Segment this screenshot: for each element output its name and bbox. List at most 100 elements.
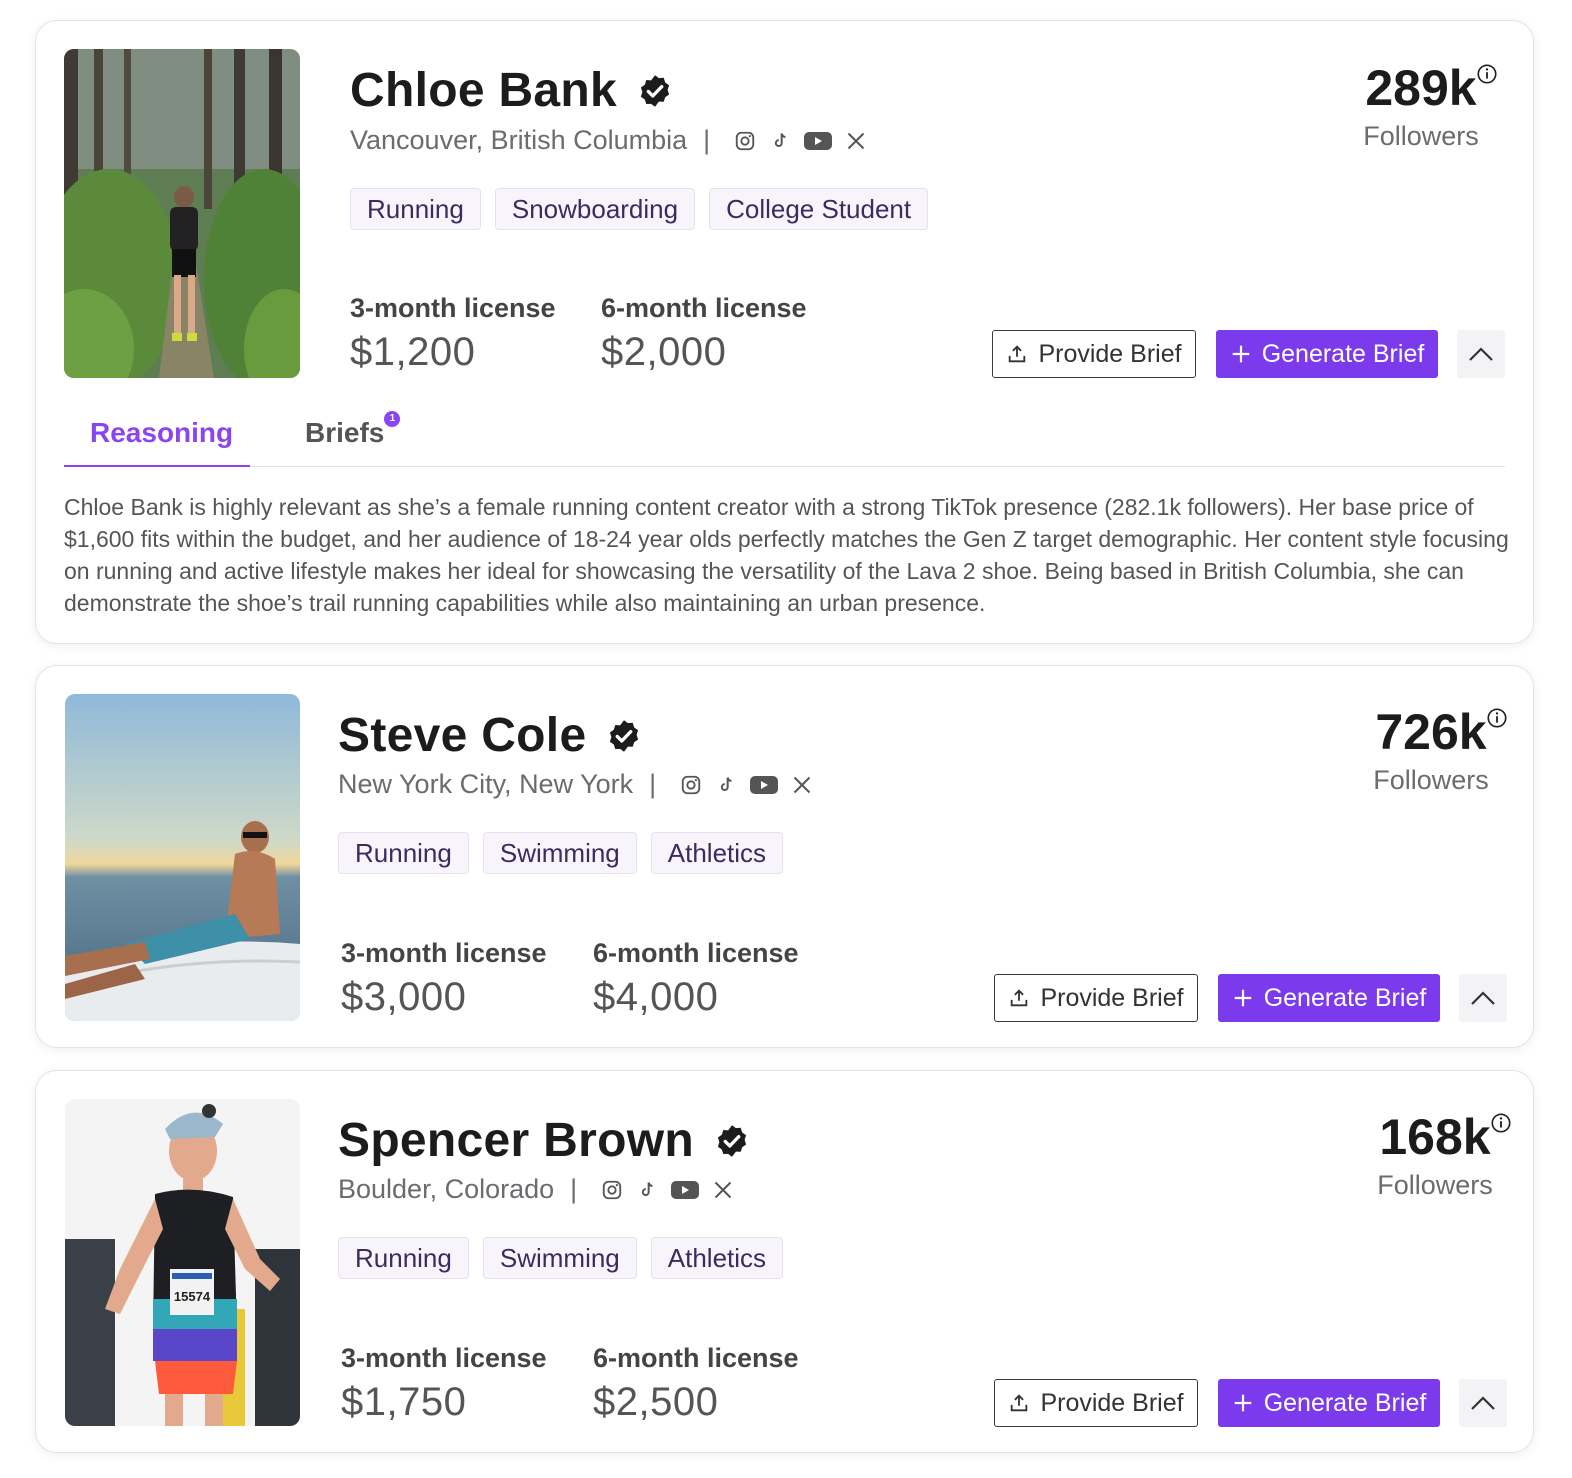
youtube-icon[interactable]: [671, 1179, 700, 1201]
creator-location: Vancouver, British Columbia: [350, 125, 688, 155]
reasoning-text: Chloe Bank is highly relevant as she’s a…: [64, 494, 1509, 616]
instagram-icon[interactable]: [680, 774, 702, 796]
license-price: $2,500: [593, 1380, 719, 1424]
info-icon[interactable]: [1486, 707, 1508, 729]
generate-brief-button[interactable]: Generate Brief: [1218, 974, 1440, 1022]
license-3-month: 3-month license $3,000: [341, 938, 547, 1020]
followers-label: Followers: [1373, 765, 1489, 795]
chevron-up-icon: [1469, 347, 1493, 361]
followers-label: Followers: [1363, 121, 1479, 151]
license-price: $1,200: [350, 330, 476, 374]
followers-count: 726k: [1375, 704, 1487, 760]
tiktok-icon[interactable]: [716, 774, 736, 796]
generate-brief-button[interactable]: Generate Brief: [1216, 330, 1438, 378]
provide-brief-label: Provide Brief: [1040, 983, 1184, 1012]
instagram-icon[interactable]: [734, 130, 756, 152]
tag: Athletics: [650, 832, 784, 874]
provide-brief-button[interactable]: Provide Brief: [994, 974, 1198, 1022]
license-3-month: 3-month license $1,750: [341, 1343, 547, 1425]
briefs-count-badge: 1: [384, 411, 401, 427]
upload-icon: [1011, 1394, 1028, 1412]
creator-photo: 15574: [65, 1099, 300, 1426]
verified-badge-icon: [717, 1124, 747, 1157]
tab-briefs[interactable]: Briefs 1: [305, 411, 401, 449]
license-6-month: 6-month license $2,000: [601, 293, 807, 375]
plus-icon: [1234, 989, 1251, 1007]
license-6-month: 6-month license $2,500: [593, 1343, 799, 1425]
plus-icon: [1232, 345, 1249, 363]
verified-badge-icon: [640, 74, 670, 107]
license-label: 6-month license: [601, 293, 807, 323]
divider: |: [649, 769, 657, 799]
followers-label: Followers: [1377, 1170, 1493, 1200]
collapse-button[interactable]: [1459, 1379, 1507, 1427]
card-tabs: Reasoning Briefs 1: [64, 411, 1505, 467]
upload-icon: [1011, 989, 1028, 1007]
provide-brief-button[interactable]: Provide Brief: [994, 1379, 1198, 1427]
followers-count: 168k: [1379, 1109, 1491, 1165]
followers-count: 289k: [1365, 60, 1477, 116]
creator-name: Steve Cole: [338, 709, 587, 762]
followers-stat: 168k Followers: [1370, 1108, 1511, 1201]
license-label: 3-month license: [350, 293, 556, 323]
license-price: $1,750: [341, 1380, 467, 1424]
collapse-button[interactable]: [1457, 330, 1505, 378]
license-price: $3,000: [341, 975, 467, 1019]
tag: Athletics: [650, 1237, 784, 1279]
chevron-up-icon: [1471, 991, 1495, 1005]
tiktok-icon[interactable]: [637, 1179, 657, 1201]
license-label: 3-month license: [341, 938, 547, 968]
followers-stat: 289k Followers: [1356, 59, 1497, 152]
provide-brief-button[interactable]: Provide Brief: [992, 330, 1196, 378]
x-icon[interactable]: [792, 775, 812, 795]
generate-brief-label: Generate Brief: [1263, 983, 1427, 1012]
plus-icon: [1234, 1394, 1251, 1412]
verified-badge-icon: [610, 719, 639, 752]
provide-brief-label: Provide Brief: [1040, 1388, 1184, 1417]
tag: Running: [338, 832, 469, 874]
instagram-icon[interactable]: [601, 1179, 623, 1201]
tag: Swimming: [482, 832, 637, 874]
creator-name: Spencer Brown: [338, 1114, 694, 1167]
creator-location: Boulder, Colorado: [338, 1174, 555, 1204]
x-icon[interactable]: [846, 131, 866, 151]
license-3-month: 3-month license $1,200: [350, 293, 556, 375]
generate-brief-label: Generate Brief: [1261, 339, 1425, 368]
creator-photo: [65, 694, 300, 1021]
creator-card-chloe-bank: Chloe Bank Vancouver, British Columbia |…: [35, 20, 1534, 644]
tab-reasoning[interactable]: Reasoning: [90, 417, 233, 449]
creator-card-steve-cole: Steve Cole New York City, New York | Run…: [35, 665, 1534, 1048]
race-bib-number: 15574: [174, 1289, 211, 1304]
chevron-up-icon: [1471, 1396, 1495, 1410]
info-icon[interactable]: [1476, 63, 1498, 85]
license-label: 3-month license: [341, 1343, 547, 1373]
tab-briefs-label: Briefs: [305, 417, 385, 448]
upload-icon: [1009, 345, 1026, 363]
creator-card-spencer-brown: 15574 Spencer Brown Boulder, Colorado | …: [35, 1070, 1534, 1453]
license-price: $2,000: [601, 330, 727, 374]
provide-brief-label: Provide Brief: [1038, 339, 1182, 368]
tag: Snowboarding: [494, 188, 696, 230]
creator-location: New York City, New York: [338, 769, 634, 799]
tag: Running: [350, 188, 481, 230]
creator-photo: [64, 49, 300, 378]
generate-brief-button[interactable]: Generate Brief: [1218, 1379, 1440, 1427]
collapse-button[interactable]: [1459, 974, 1507, 1022]
license-6-month: 6-month license $4,000: [593, 938, 799, 1020]
generate-brief-label: Generate Brief: [1263, 1388, 1427, 1417]
tag: Swimming: [482, 1237, 637, 1279]
creator-name: Chloe Bank: [350, 64, 618, 117]
youtube-icon[interactable]: [750, 774, 779, 796]
info-icon[interactable]: [1490, 1112, 1512, 1134]
license-label: 6-month license: [593, 938, 799, 968]
youtube-icon[interactable]: [804, 130, 833, 152]
x-icon[interactable]: [713, 1180, 733, 1200]
active-tab-indicator: [64, 465, 250, 467]
followers-stat: 726k Followers: [1366, 703, 1507, 796]
license-label: 6-month license: [593, 1343, 799, 1373]
tag: Running: [338, 1237, 469, 1279]
tag: College Student: [709, 188, 929, 230]
license-price: $4,000: [593, 975, 719, 1019]
divider: |: [570, 1174, 578, 1204]
tiktok-icon[interactable]: [770, 130, 790, 152]
